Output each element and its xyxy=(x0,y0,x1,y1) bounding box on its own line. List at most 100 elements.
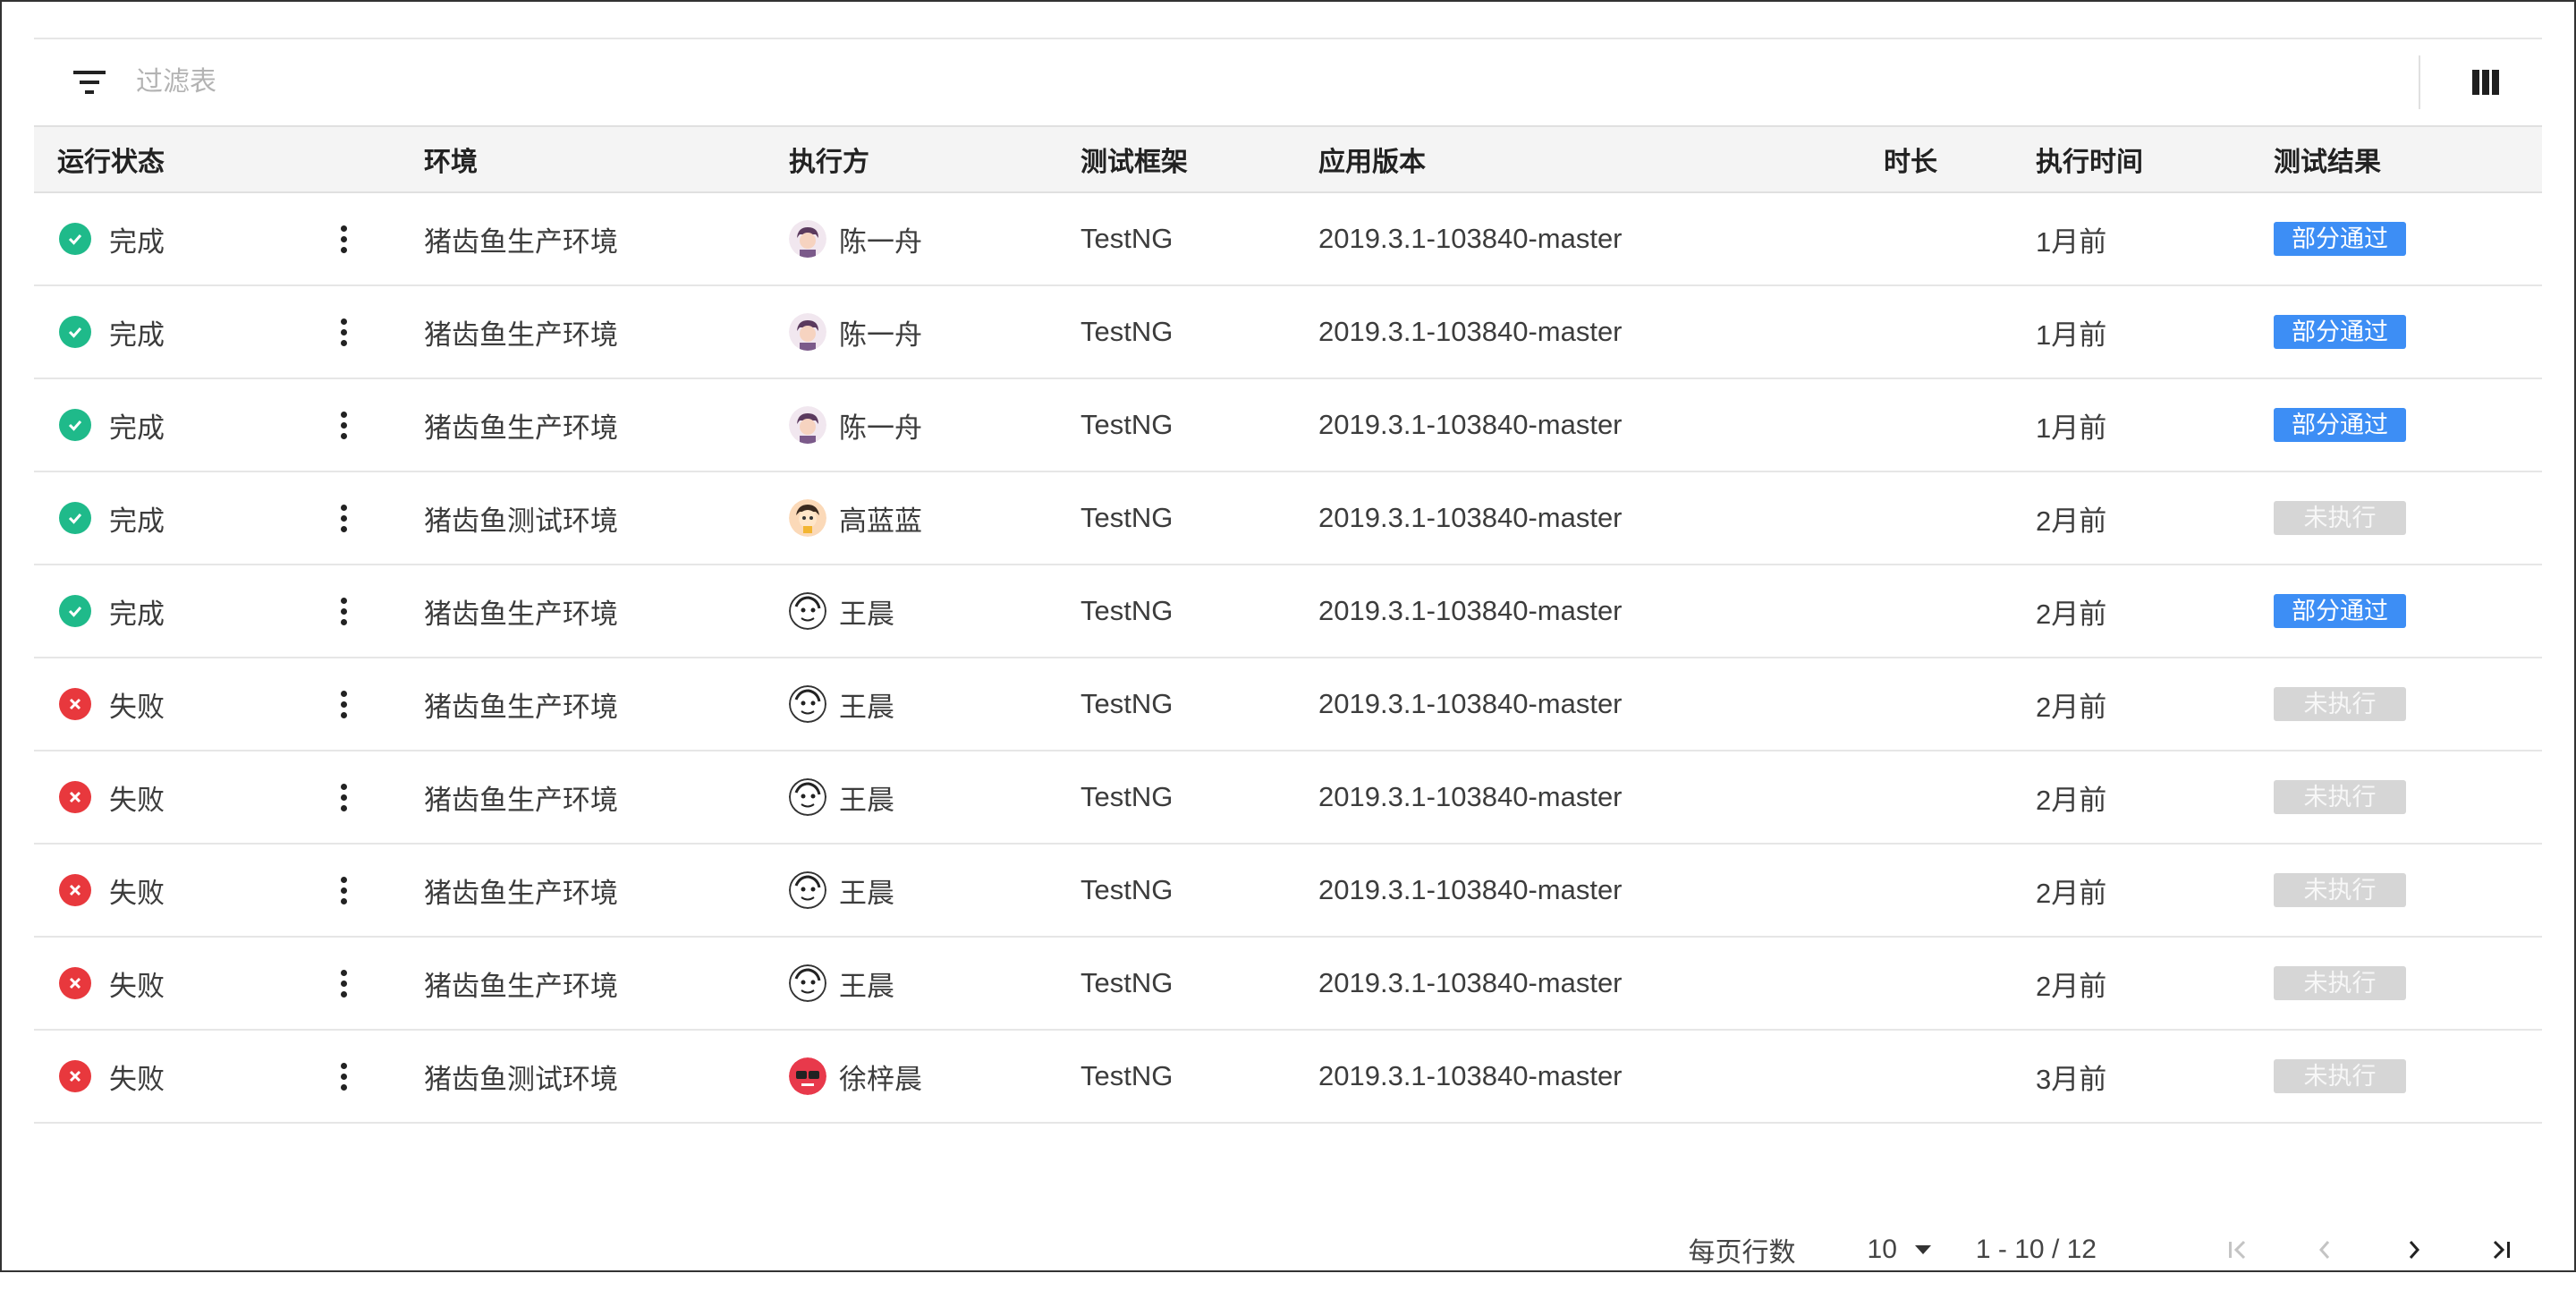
header-framework[interactable]: 测试框架 xyxy=(1080,126,1318,192)
cell-duration xyxy=(1884,844,2036,937)
header-exec-time[interactable]: 执行时间 xyxy=(2036,126,2274,192)
cell-status: 失败 xyxy=(34,937,335,1030)
cell-actions xyxy=(335,378,424,471)
table-row[interactable]: 完成 猪齿鱼测试环境 高蓝蓝 TestNG 2019.3.1-103840-ma… xyxy=(34,471,2542,565)
rows-per-page-value: 10 xyxy=(1867,1235,1897,1264)
more-vertical-icon[interactable] xyxy=(335,876,352,904)
cell-actions xyxy=(335,658,424,751)
cell-environment: 猪齿鱼生产环境 xyxy=(424,877,618,909)
table-row[interactable]: 完成 猪齿鱼生产环境 陈一舟 TestNG 2019.3.1-103840-ma… xyxy=(34,192,2542,285)
result-badge: 未执行 xyxy=(2274,1059,2406,1093)
filter-icon[interactable] xyxy=(72,68,107,97)
avatar xyxy=(789,778,826,816)
table-row[interactable]: 完成 猪齿鱼生产环境 陈一舟 TestNG 2019.3.1-103840-ma… xyxy=(34,285,2542,378)
first-page-button[interactable] xyxy=(2220,1232,2256,1268)
cell-actions xyxy=(335,844,424,937)
cell-framework: TestNG xyxy=(1080,595,1174,626)
cell-executor: 徐梓晨 xyxy=(789,1030,1080,1123)
table-row[interactable]: 完成 猪齿鱼生产环境 陈一舟 TestNG 2019.3.1-103840-ma… xyxy=(34,378,2542,471)
cell-result: 未执行 xyxy=(2274,844,2542,937)
cell-exec-time: 2月前 xyxy=(2036,877,2107,909)
status-label: 失败 xyxy=(109,784,165,816)
header-status[interactable]: 运行状态 xyxy=(34,126,335,192)
first-page-icon xyxy=(2229,1240,2246,1260)
executor-name: 王晨 xyxy=(839,784,894,816)
header-executor[interactable]: 执行方 xyxy=(789,126,1080,192)
cell-exec-time: 2月前 xyxy=(2036,784,2107,816)
chevron-left-icon xyxy=(2318,1241,2330,1259)
table-row[interactable]: 失败 猪齿鱼生产环境 王晨 TestNG 2019.3.1-103840-mas… xyxy=(34,844,2542,937)
executor-name: 王晨 xyxy=(839,691,894,723)
table-row[interactable]: 失败 猪齿鱼测试环境 徐梓晨 TestNG 2019.3.1-103840-ma… xyxy=(34,1030,2542,1123)
cell-exec-time: 2月前 xyxy=(2036,970,2107,1002)
result-badge: 未执行 xyxy=(2274,501,2406,535)
table-header-row: 运行状态 环境 执行方 测试框架 应用版本 时长 执行时间 测试结果 xyxy=(34,126,2542,192)
cell-actions xyxy=(335,192,424,285)
cell-exec-time: 3月前 xyxy=(2036,1063,2107,1095)
cell-environment: 猪齿鱼测试环境 xyxy=(424,505,618,537)
cell-version: 2019.3.1-103840-master xyxy=(1318,502,1623,533)
filter-input[interactable] xyxy=(134,66,1211,98)
more-vertical-icon[interactable] xyxy=(335,783,352,811)
table-row[interactable]: 完成 猪齿鱼生产环境 王晨 TestNG 2019.3.1-103840-mas… xyxy=(34,565,2542,658)
cell-exec-time: 1月前 xyxy=(2036,412,2107,444)
avatar xyxy=(789,406,826,444)
result-badge: 未执行 xyxy=(2274,780,2406,814)
toolbar-divider xyxy=(2419,55,2420,109)
last-page-button[interactable] xyxy=(2483,1232,2519,1268)
more-vertical-icon[interactable] xyxy=(335,597,352,625)
cell-framework: TestNG xyxy=(1080,502,1174,533)
more-vertical-icon[interactable] xyxy=(335,318,352,346)
header-version[interactable]: 应用版本 xyxy=(1318,126,1884,192)
cell-actions xyxy=(335,285,424,378)
cell-executor: 王晨 xyxy=(789,844,1080,937)
avatar xyxy=(789,964,826,1002)
more-vertical-icon[interactable] xyxy=(335,690,352,718)
view-columns-icon[interactable] xyxy=(2472,70,2499,95)
prev-page-button[interactable] xyxy=(2308,1232,2343,1268)
cell-version: 2019.3.1-103840-master xyxy=(1318,967,1623,998)
more-vertical-icon[interactable] xyxy=(335,225,352,253)
executor-name: 陈一舟 xyxy=(839,412,922,444)
cell-status: 失败 xyxy=(34,751,335,844)
header-result[interactable]: 测试结果 xyxy=(2274,126,2542,192)
cell-executor: 王晨 xyxy=(789,751,1080,844)
more-vertical-icon[interactable] xyxy=(335,969,352,998)
cell-environment: 猪齿鱼测试环境 xyxy=(424,1063,618,1095)
cell-framework: TestNG xyxy=(1080,316,1174,347)
cell-version: 2019.3.1-103840-master xyxy=(1318,781,1623,812)
rows-per-page-select[interactable]: 10 xyxy=(1868,1235,1931,1265)
cell-executor: 王晨 xyxy=(789,565,1080,658)
cell-result: 部分通过 xyxy=(2274,378,2542,471)
more-vertical-icon[interactable] xyxy=(335,1062,352,1091)
cell-duration xyxy=(1884,378,2036,471)
caret-down-icon xyxy=(1914,1245,1931,1254)
rows-per-page-label: 每页行数 xyxy=(1688,1238,1796,1268)
cell-result: 未执行 xyxy=(2274,1030,2542,1123)
table-row[interactable]: 失败 猪齿鱼生产环境 王晨 TestNG 2019.3.1-103840-mas… xyxy=(34,937,2542,1030)
cell-environment: 猪齿鱼生产环境 xyxy=(424,784,618,816)
header-environment[interactable]: 环境 xyxy=(424,126,789,192)
status-label: 完成 xyxy=(109,598,165,630)
error-circle-icon xyxy=(59,688,91,720)
cell-result: 未执行 xyxy=(2274,937,2542,1030)
cell-duration xyxy=(1884,285,2036,378)
cell-executor: 王晨 xyxy=(789,937,1080,1030)
table-row[interactable]: 失败 猪齿鱼生产环境 王晨 TestNG 2019.3.1-103840-mas… xyxy=(34,658,2542,751)
cell-result: 部分通过 xyxy=(2274,192,2542,285)
check-circle-icon xyxy=(59,316,91,348)
next-page-button[interactable] xyxy=(2395,1232,2431,1268)
check-circle-icon xyxy=(59,595,91,627)
header-duration[interactable]: 时长 xyxy=(1884,126,2036,192)
more-vertical-icon[interactable] xyxy=(335,411,352,439)
cell-executor: 陈一舟 xyxy=(789,378,1080,471)
more-vertical-icon[interactable] xyxy=(335,504,352,532)
executor-name: 王晨 xyxy=(839,970,894,1002)
cell-duration xyxy=(1884,471,2036,565)
cell-environment: 猪齿鱼生产环境 xyxy=(424,225,618,258)
status-label: 完成 xyxy=(109,412,165,444)
avatar xyxy=(789,499,826,537)
cell-environment: 猪齿鱼生产环境 xyxy=(424,598,618,630)
error-circle-icon xyxy=(59,874,91,906)
table-row[interactable]: 失败 猪齿鱼生产环境 王晨 TestNG 2019.3.1-103840-mas… xyxy=(34,751,2542,844)
